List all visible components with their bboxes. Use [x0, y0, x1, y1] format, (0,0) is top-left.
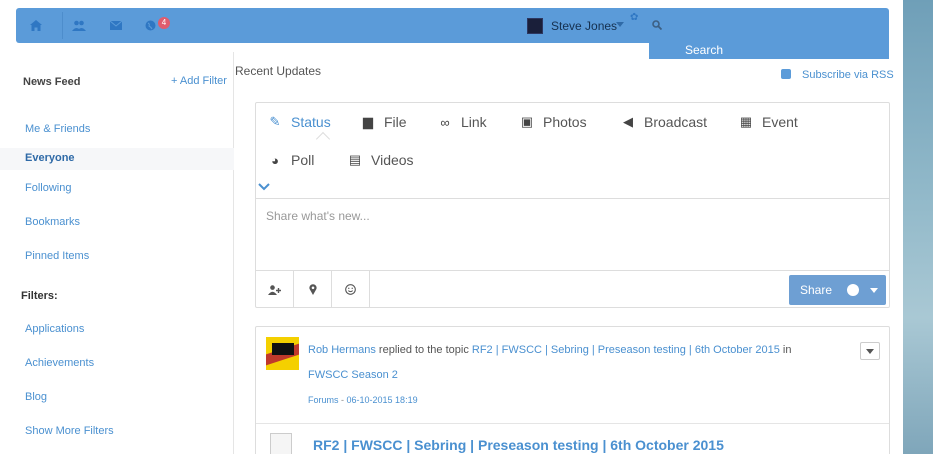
- sidebar-item-everyone[interactable]: Everyone: [25, 152, 75, 164]
- actor-link[interactable]: Rob Hermans: [308, 344, 376, 356]
- group-link[interactable]: FWSCC Season 2: [308, 369, 398, 381]
- tab-label: Broadcast: [644, 114, 708, 130]
- user-avatar[interactable]: [266, 337, 299, 370]
- source-link[interactable]: Forums: [308, 395, 339, 405]
- pie-chart-icon: ◕: [271, 152, 279, 168]
- tab-poll[interactable]: ◕ Poll: [268, 152, 314, 168]
- search-icon: [652, 20, 663, 33]
- calendar-icon: ▦: [739, 114, 753, 129]
- tab-event[interactable]: ▦ Event: [739, 114, 798, 130]
- chevron-down-icon[interactable]: [258, 180, 270, 194]
- activity-item: Rob Hermans replied to the topic RF2 | F…: [255, 326, 890, 454]
- textarea-placeholder: Share what's new...: [266, 209, 370, 223]
- user-avatar[interactable]: [527, 18, 543, 34]
- divider: [256, 423, 889, 424]
- sidebar-item-pinned[interactable]: Pinned Items: [25, 250, 89, 262]
- tab-status[interactable]: ✎ Status: [268, 114, 331, 130]
- users-icon[interactable]: [59, 8, 99, 43]
- activity-summary: Rob Hermans replied to the topic RF2 | F…: [308, 344, 791, 356]
- activity-meta: Forums - 06-10-2015 18:19: [308, 395, 418, 405]
- home-icon[interactable]: [16, 8, 56, 43]
- tab-broadcast[interactable]: ◀ Broadcast: [621, 114, 707, 130]
- tab-label: Poll: [291, 152, 315, 168]
- rss-icon: [781, 69, 791, 79]
- activity-title-link[interactable]: RF2 | FWSCC | Sebring | Preseason testin…: [313, 437, 724, 453]
- preposition-text: in: [782, 344, 792, 356]
- tab-label: Status: [291, 114, 331, 130]
- page-background: [903, 0, 933, 454]
- news-feed-heading: News Feed: [23, 76, 81, 88]
- add-filter-link[interactable]: + Add Filter: [171, 75, 227, 87]
- film-icon: ▤: [348, 152, 362, 167]
- user-name[interactable]: Steve Jones: [551, 19, 617, 33]
- tab-link[interactable]: ∞ Link: [438, 114, 487, 130]
- sidebar-item-following[interactable]: Following: [25, 182, 71, 194]
- link-icon: ∞: [440, 114, 450, 130]
- chevron-down-icon[interactable]: [616, 22, 624, 27]
- share-button[interactable]: Share: [789, 275, 886, 305]
- tab-label: Videos: [371, 152, 414, 168]
- tab-label: Event: [762, 114, 798, 130]
- tab-label: Link: [461, 114, 487, 130]
- rss-link[interactable]: Subscribe via RSS: [781, 69, 894, 81]
- tab-photos[interactable]: ▣ Photos: [520, 114, 587, 130]
- show-more-filters-link[interactable]: Show More Filters: [25, 425, 114, 437]
- post-composer: ✎ Status ▆ File ∞ Link ▣ Photos ◀ Broadcast ▦…: [255, 102, 890, 308]
- tab-videos[interactable]: ▤ Videos: [348, 152, 414, 168]
- topic-link[interactable]: RF2 | FWSCC | Sebring | Preseason testin…: [472, 344, 780, 356]
- rss-label: Subscribe via RSS: [802, 69, 894, 81]
- top-navigation-bar: 4 Steve Jones ✿ Search: [16, 8, 889, 59]
- action-text: replied to the topic: [378, 344, 469, 356]
- active-tab-pointer: [315, 131, 331, 147]
- tab-label: Photos: [543, 114, 587, 130]
- tab-label: File: [384, 114, 407, 130]
- status-textarea[interactable]: Share what's new...: [256, 198, 889, 271]
- meta-separator: -: [338, 395, 347, 405]
- tab-file[interactable]: ▆ File: [361, 114, 407, 130]
- tag-user-icon[interactable]: [256, 271, 294, 308]
- filters-heading: Filters:: [21, 290, 58, 302]
- sidebar: News Feed + Add Filter Me & Friends Ever…: [0, 52, 234, 454]
- search-button[interactable]: Search: [649, 18, 889, 59]
- pencil-icon: ✎: [269, 114, 281, 129]
- filter-achievements[interactable]: Achievements: [25, 357, 94, 369]
- globe-icon[interactable]: [847, 284, 859, 296]
- activity-options-dropdown[interactable]: [860, 342, 880, 360]
- sidebar-item-bookmarks[interactable]: Bookmarks: [25, 216, 80, 228]
- location-icon[interactable]: [294, 271, 332, 308]
- page-title: Recent Updates: [235, 64, 322, 78]
- document-icon: [270, 433, 292, 454]
- filter-blog[interactable]: Blog: [25, 391, 47, 403]
- share-label: Share: [800, 283, 833, 297]
- timestamp-link[interactable]: 06-10-2015 18:19: [347, 395, 418, 405]
- notification-badge[interactable]: 4: [158, 17, 170, 29]
- gear-icon[interactable]: ✿: [630, 12, 638, 23]
- smiley-icon[interactable]: [332, 271, 370, 308]
- chevron-down-icon[interactable]: [870, 288, 878, 293]
- filter-applications[interactable]: Applications: [25, 323, 84, 335]
- image-icon: ▣: [520, 114, 534, 129]
- folder-icon: ▆: [363, 114, 373, 129]
- sidebar-item-me-friends[interactable]: Me & Friends: [25, 123, 90, 135]
- search-label: Search: [685, 43, 724, 57]
- bullhorn-icon: ◀: [623, 114, 633, 129]
